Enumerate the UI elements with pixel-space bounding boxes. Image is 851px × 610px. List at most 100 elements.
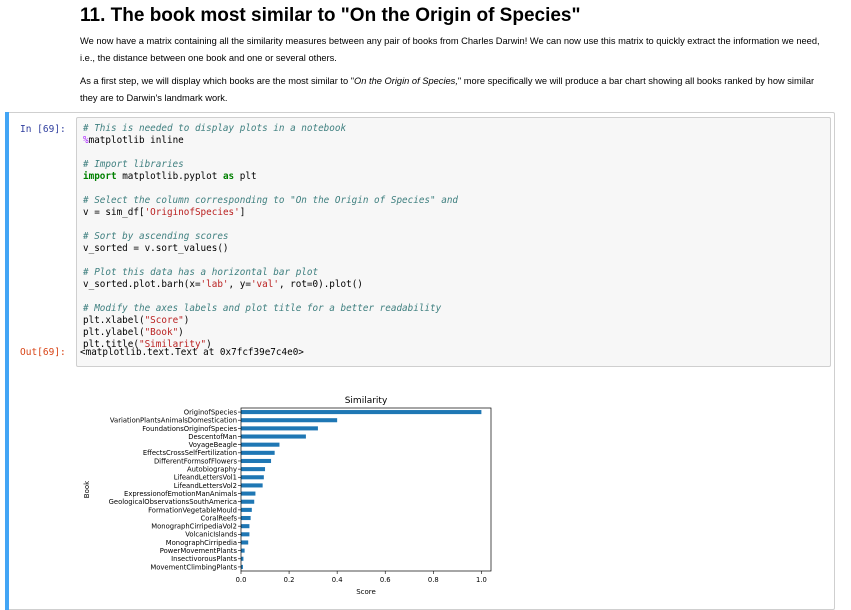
y-tick-label: VoyageBeagle [189,441,237,449]
x-tick-label: 0.2 [284,576,295,584]
code-token: ) [183,315,190,326]
code-line: plt.ylabel("Book") [83,327,824,339]
code-line: # This is needed to display plots in a n… [83,123,824,135]
code-token: # Select the column corresponding to "On… [83,195,459,206]
y-tick-label: FoundationsOriginofSpecies [142,425,237,433]
input-prompt: In [69]: [20,124,66,135]
y-tick-label: FormationVegetableMould [148,506,237,514]
code-token: matplotlib.pyplot [116,171,223,182]
code-token: # Modify the axes labels and plot title … [83,303,442,314]
bar-PowerMovementPlants [241,548,245,553]
code-token: import [83,171,117,182]
code-token: # Plot this data has a horizontal bar pl… [83,267,319,278]
code-token: as [222,171,235,182]
code-token: v_sorted = v.sort_values() [83,243,229,254]
bar-Autobiography [241,467,266,472]
para2-italic-title: On the Origin of Species, [354,76,458,86]
code-token: plt.ylabel( [83,327,145,338]
x-tick-label: 0.0 [236,576,247,584]
bar-FoundationsOriginofSpecies [241,426,318,431]
y-tick-label: EffectsCrossSelfFertilization [143,449,237,457]
y-tick-label: MovementClimbingPlants [150,563,237,571]
code-token: v = sim_df[ [83,207,145,218]
similarity-bar-chart: OriginofSpeciesVariationPlantsAnimalsDom… [83,396,492,596]
y-tick-label: VariationPlantsAnimalsDomestication [110,417,237,425]
code-token: , rot=0).plot() [278,279,363,290]
y-tick-label: PowerMovementPlants [160,547,238,555]
bar-EffectsCrossSelfFertilization [241,450,275,455]
y-tick-label: LifeandLettersVol1 [174,474,237,482]
y-tick-label: MonographCirripediaVol2 [151,523,237,531]
x-tick-label: 1.0 [476,576,487,584]
section-heading: 11. The book most similar to "On the Ori… [80,5,581,26]
bar-LifeandLettersVol1 [241,475,264,480]
bar-OriginofSpecies [241,410,482,415]
code-editor[interactable]: # This is needed to display plots in a n… [76,117,831,367]
y-axis-label: Book [83,480,91,498]
bar-DescentofMan [241,434,306,439]
para2-before: As a first step, we will display which b… [80,76,355,86]
y-tick-label: MonographCirripedia [166,539,237,547]
code-line: import matplotlib.pyplot as plt [83,171,824,183]
selected-cell-indicator [5,112,9,610]
code-line: # Modify the axes labels and plot title … [83,303,824,315]
code-token: plt [234,171,257,182]
code-token: # Sort by ascending scores [83,231,229,242]
code-text[interactable]: # This is needed to display plots in a n… [83,123,824,351]
bar-GeologicalObservationsSouthAmerica [241,499,255,504]
y-tick-label: InsectivorousPlants [171,555,237,563]
code-token: v_sorted.plot.barh(x= [83,279,201,290]
y-tick-label: DifferentFormsofFlowers [154,457,237,465]
bar-VoyageBeagle [241,442,280,447]
code-token: plt.xlabel( [83,315,145,326]
x-tick-label: 0.6 [380,576,391,584]
y-tick-label: GeologicalObservationsSouthAmerica [109,498,237,506]
code-line: # Import libraries [83,159,824,171]
code-token: "Book" [144,327,179,338]
bar-DifferentFormsofFlowers [241,458,272,464]
code-line: v_sorted.plot.barh(x='lab', y='val', rot… [83,279,824,291]
bar-VolcanicIslands [241,532,250,537]
description-paragraph: As a first step, we will display which b… [80,73,830,106]
chart-title: Similarity [345,396,388,406]
code-line: plt.xlabel("Score") [83,315,824,327]
x-tick-label: 0.4 [332,576,343,584]
y-tick-label: ExpressionofEmotionManAnimals [124,490,237,498]
bar-InsectivorousPlants [241,556,244,561]
y-tick-label: Autobiography [187,466,237,474]
code-token: 'OriginofSpecies' [144,207,240,218]
code-token: # This is needed to display plots in a n… [83,123,347,134]
x-axis-label: Score [356,588,376,596]
code-token: ] [239,207,246,218]
code-line: # Plot this data has a horizontal bar pl… [83,267,824,279]
code-line: %matplotlib inline [83,135,824,147]
bar-VariationPlantsAnimalsDomestication [241,418,338,423]
intro-paragraph: We now have a matrix containing all the … [80,36,820,63]
bar-CoralReefs [241,515,251,521]
x-tick-label: 0.8 [428,576,439,584]
code-line: # Sort by ascending scores [83,231,824,243]
code-token: 'lab' [200,279,229,290]
output-text: <matplotlib.text.Text at 0x7fcf39e7c4e0> [80,347,304,358]
bar-FormationVegetableMould [241,507,252,512]
output-prompt: Out[69]: [20,347,66,358]
code-line: v = sim_df['OriginofSpecies'] [83,207,824,219]
bar-MonographCirripediaVol2 [241,524,250,529]
bar-LifeandLettersVol2 [241,483,263,488]
code-token: , y= [228,279,251,290]
bar-MonographCirripedia [241,540,249,545]
y-tick-label: DescentofMan [188,433,237,441]
code-token: matplotlib inline [88,135,184,146]
code-token: 'val' [250,279,279,290]
code-token: "Score" [144,315,184,326]
y-tick-label: CoralReefs [201,514,238,522]
y-tick-label: OriginofSpecies [184,408,238,416]
code-token: # Import libraries [83,159,184,170]
code-token: ) [178,327,184,338]
plot-frame [240,407,492,572]
